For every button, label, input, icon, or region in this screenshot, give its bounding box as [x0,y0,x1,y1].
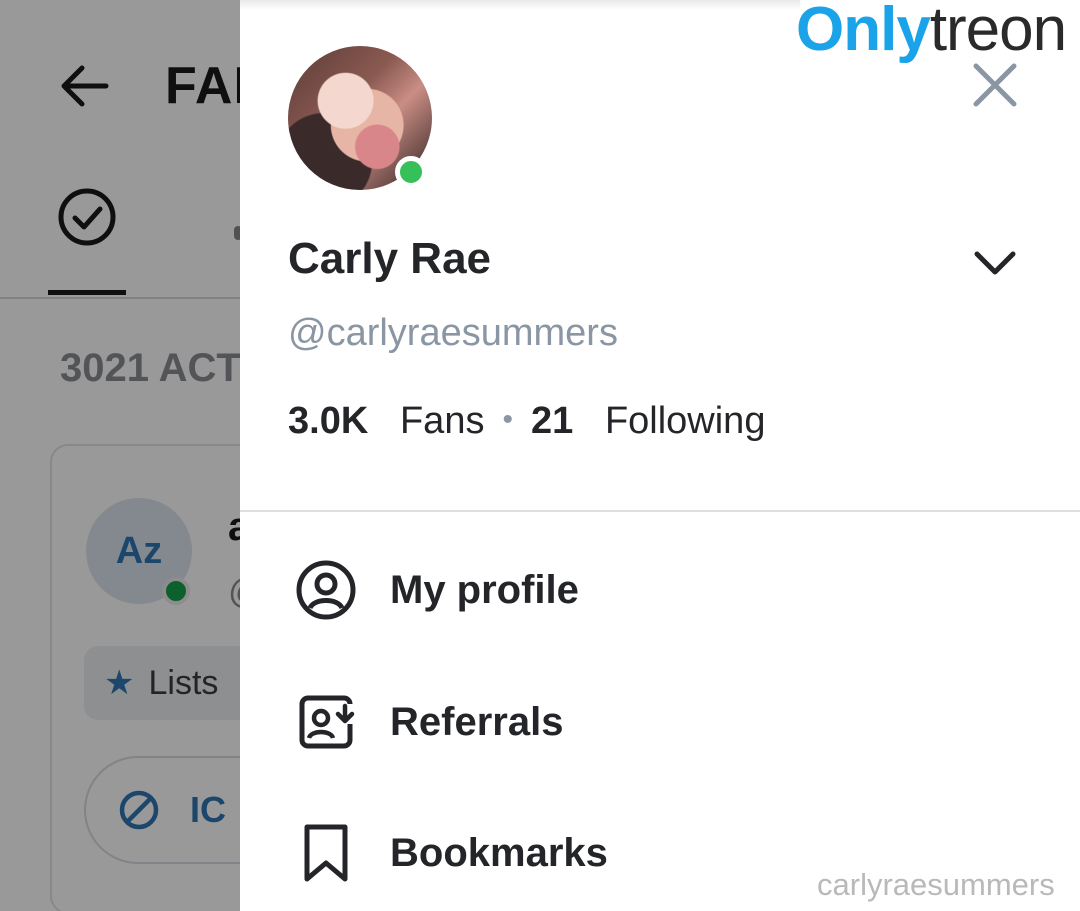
fans-link[interactable]: 3.0K Fans [288,400,484,443]
menu-item-my-profile[interactable]: My profile [288,545,988,635]
display-name: Carly Rae [288,234,492,283]
logo-part-treon: treon [929,0,1067,64]
logo-part-only: Only [796,0,931,64]
follow-stats: 3.0K Fans • 21 Following [288,400,765,443]
watermark-logo: Onlytreon [796,0,1067,61]
menu-item-referrals[interactable]: Referrals [288,677,988,767]
chevron-down-icon[interactable] [972,244,1018,284]
following-link[interactable]: 21 Following [531,400,766,443]
following-count: 21 [530,400,574,442]
menu-label: Bookmarks [390,830,608,875]
menu-label: My profile [390,567,579,612]
referral-icon [288,684,364,760]
online-indicator [395,156,427,188]
watermark-username: carlyraesummers [817,867,1055,902]
bookmark-icon [288,815,364,891]
drawer-divider [240,510,1080,512]
drawer-top-shadow [240,0,800,10]
user-circle-icon [288,552,364,628]
stats-separator: • [502,403,513,436]
close-icon[interactable] [970,60,1020,110]
fans-count: 3.0K [288,400,369,442]
username: @carlyraesummers [288,312,618,354]
following-label: Following [604,400,766,442]
account-drawer: Carly Rae @carlyraesummers 3.0K Fans • 2… [240,0,1080,911]
menu-label: Referrals [390,699,564,744]
fans-label: Fans [399,400,485,442]
